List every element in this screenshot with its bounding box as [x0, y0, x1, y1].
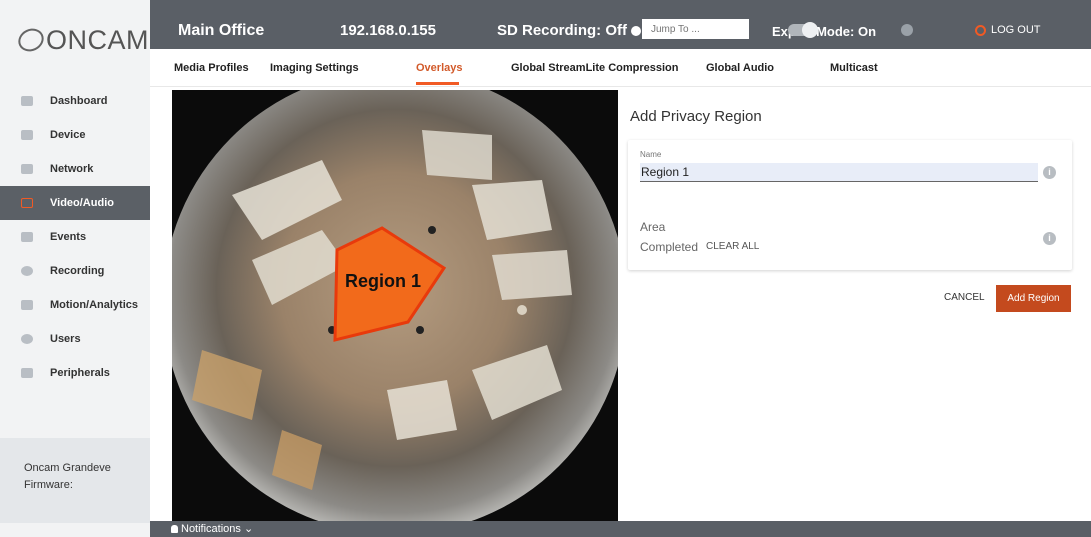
sidebar-item-label: Peripherals	[50, 367, 110, 379]
sidebar-item-label: Network	[50, 163, 94, 175]
location-name: Main Office	[178, 22, 265, 39]
sidebar-item-motion-analytics[interactable]: Motion/Analytics	[0, 288, 150, 322]
grid-icon	[21, 96, 33, 106]
record-icon	[21, 266, 33, 276]
fisheye-image	[172, 90, 618, 522]
jump-to-input[interactable]	[642, 19, 749, 39]
record-dot-icon	[631, 26, 641, 37]
sidebar-item-label: Motion/Analytics	[50, 299, 139, 311]
chevron-down-icon: ⌄	[243, 523, 254, 535]
region-name-field[interactable]	[640, 163, 1038, 182]
user-icon	[21, 334, 33, 344]
name-field-label: Name	[640, 150, 662, 159]
usb-icon	[21, 368, 33, 378]
sidebar-item-network[interactable]: Network	[0, 152, 150, 186]
cancel-button[interactable]: CANCEL	[944, 292, 985, 303]
toggle-knob	[802, 22, 818, 38]
add-region-button[interactable]: Add Region	[996, 285, 1071, 312]
oncam-logo[interactable]: ONCAM	[0, 0, 150, 80]
sidebar-item-label: Video/Audio	[50, 197, 114, 209]
tab-global-streamlite-compression[interactable]: Global StreamLite Compression	[511, 62, 678, 74]
tab-global-audio[interactable]: Global Audio	[706, 62, 774, 74]
camera-view[interactable]: Region 1	[172, 90, 618, 522]
name-info-icon[interactable]: i	[1043, 166, 1056, 179]
tab-imaging-settings[interactable]: Imaging Settings	[270, 62, 359, 74]
sidebar-item-dashboard[interactable]: Dashboard	[0, 84, 150, 118]
sidebar-item-events[interactable]: Events	[0, 220, 150, 254]
sidebar-nav: Dashboard Device Network Video/Audio Eve…	[0, 84, 150, 390]
active-tab-indicator	[416, 82, 459, 85]
sidebar-item-label: Dashboard	[50, 95, 108, 107]
sidebar-item-label: Device	[50, 129, 86, 141]
area-status: Completed	[640, 240, 699, 254]
sidebar-item-users[interactable]: Users	[0, 322, 150, 356]
tab-multicast[interactable]: Multicast	[830, 62, 878, 74]
network-icon	[21, 164, 33, 174]
calendar-icon	[21, 232, 33, 242]
tab-media-profiles[interactable]: Media Profiles	[174, 62, 249, 74]
privacy-region-card: Name i Area Completed CLEAR ALL i	[628, 140, 1072, 270]
sd-recording-label: SD Recording: Off	[497, 22, 627, 39]
expert-mode-toggle[interactable]	[788, 22, 818, 38]
logo-text: ONCAM	[46, 24, 149, 55]
sidebar-item-device[interactable]: Device	[0, 118, 150, 152]
chart-icon	[21, 300, 33, 310]
sidebar-item-label: Users	[50, 333, 81, 345]
firmware-info: Oncam Grandeve Firmware:	[0, 438, 150, 523]
clear-all-button[interactable]: CLEAR ALL	[706, 241, 759, 252]
area-info-icon[interactable]: i	[1043, 232, 1056, 245]
power-icon	[975, 24, 986, 36]
camera-icon	[21, 130, 33, 140]
top-bar: Main Office 192.168.0.155 SD Recording: …	[150, 0, 1091, 49]
sidebar: ONCAM Dashboard Device Network Video/Aud…	[0, 0, 150, 537]
logout-button[interactable]: LOG OUT	[975, 24, 1041, 36]
region-label: Region 1	[345, 271, 422, 291]
tab-bar: Media Profiles Imaging Settings Overlays…	[150, 49, 1091, 87]
bell-icon	[171, 525, 178, 534]
video-icon	[21, 198, 33, 208]
tab-overlays[interactable]: Overlays	[416, 62, 462, 74]
firmware-label: Firmware:	[24, 479, 73, 491]
sidebar-item-label: Events	[50, 231, 87, 243]
logout-label: LOG OUT	[991, 24, 1041, 36]
form-title: Add Privacy Region	[630, 108, 762, 125]
firmware-device-name: Oncam Grandeve	[24, 462, 111, 474]
sidebar-item-label: Recording	[50, 265, 105, 277]
sd-recording-status: SD Recording: Off	[497, 22, 641, 39]
info-icon[interactable]	[901, 24, 913, 36]
ip-address: 192.168.0.155	[340, 22, 436, 39]
area-label: Area	[640, 220, 666, 234]
sidebar-item-recording[interactable]: Recording	[0, 254, 150, 288]
sidebar-item-video-audio[interactable]: Video/Audio	[0, 186, 150, 220]
sidebar-item-peripherals[interactable]: Peripherals	[0, 356, 150, 390]
notifications-label: Notifications	[181, 523, 241, 535]
logo-mark-icon	[14, 24, 48, 56]
notifications-bar[interactable]: Notifications ⌄	[150, 521, 1091, 537]
